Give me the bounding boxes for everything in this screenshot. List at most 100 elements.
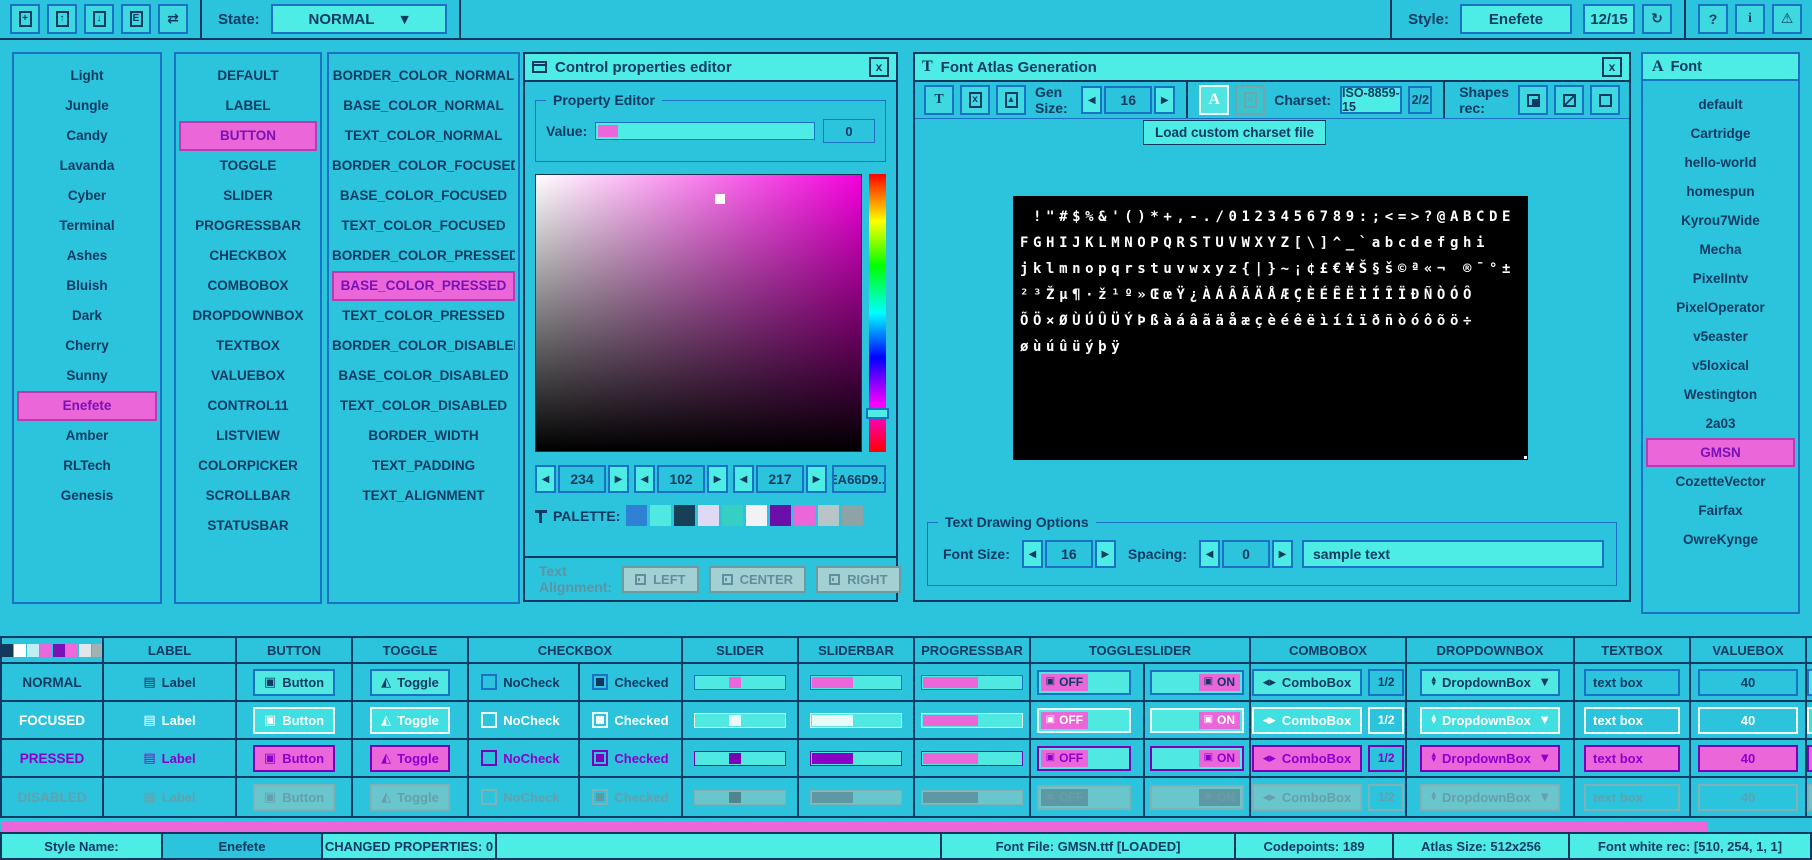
checkbox-unchecked[interactable] [481,712,497,728]
checkbox-checked[interactable] [592,712,608,728]
list-item[interactable]: Ashes [17,241,157,271]
list-item[interactable]: 2a03 [1646,409,1795,438]
state-dropdown[interactable]: NORMAL ▼ [271,4,447,34]
list-item[interactable]: hello-world [1646,148,1795,177]
preview-toggle[interactable]: ◭Toggle [370,707,450,734]
reload-style-button[interactable]: ↻ [1642,4,1672,34]
toggleslider-on[interactable]: ▣ON [1150,670,1244,695]
spacing-value[interactable]: 0 [1222,540,1270,568]
list-item[interactable]: COLORPICKER [179,451,317,481]
list-item[interactable]: Genesis [17,481,157,511]
preview-valuebox[interactable]: 40 [1698,784,1798,811]
charset-value-box[interactable]: ISO-8859-15 [1340,86,1402,114]
list-item[interactable]: Candy [17,121,157,151]
preview-slider[interactable] [694,751,786,766]
list-item[interactable]: DEFAULT [179,61,317,91]
preview-dropdownbox[interactable]: ▴▾DropdownBox▼ [1420,784,1559,811]
list-item[interactable]: PixelIntv [1646,264,1795,293]
spin-left-icon[interactable]: ◀ [1022,540,1043,568]
preview-button[interactable]: ▣Button [253,669,335,696]
preview-combobox[interactable]: ◂▸ComboBox [1252,745,1362,772]
preview-combobox[interactable]: ◂▸ComboBox [1252,669,1362,696]
preview-valuebox[interactable]: 40 [1698,669,1798,696]
toggleslider-on[interactable]: ▣ON [1150,746,1244,771]
list-item[interactable]: homespun [1646,177,1795,206]
window-titlebar[interactable]: Control properties editor x [525,54,896,82]
palette-swatch[interactable] [818,505,839,526]
shapes-rec-corner-button[interactable] [1518,85,1548,115]
list-item[interactable]: Jungle [17,91,157,121]
align-left-button[interactable]: LEFT [622,566,699,593]
list-item[interactable]: Kyrou7Wide [1646,206,1795,235]
preview-toggle[interactable]: ◭Toggle [370,784,450,811]
style-name-box[interactable]: Enefete [1460,4,1572,34]
spin-left-icon[interactable]: ◀ [1199,540,1220,568]
random-style-button[interactable]: ⇄ [158,4,188,34]
preview-dropdownbox[interactable]: ▴▾DropdownBox▼ [1420,669,1559,696]
list-item[interactable]: TEXTBOX [179,331,317,361]
list-item[interactable]: BORDER_COLOR_DISABLED [332,331,515,361]
preview-button[interactable]: ▣Button [253,745,335,772]
list-item[interactable]: LABEL [179,91,317,121]
palette-swatch[interactable] [770,505,791,526]
list-item[interactable]: LISTVIEW [179,421,317,451]
list-item[interactable]: Terminal [17,211,157,241]
list-item[interactable]: BORDER_COLOR_PRESSED [332,241,515,271]
slider-handle[interactable] [729,792,741,803]
list-item[interactable]: COMBOBOX [179,271,317,301]
preview-textbox[interactable]: text box [1584,669,1680,696]
clear-font-button[interactable]: x [960,85,990,115]
preview-valuebox[interactable]: 40 [1698,707,1798,734]
toggleslider-off[interactable]: ▣OFF [1037,785,1131,810]
list-item[interactable]: TEXT_COLOR_FOCUSED [332,211,515,241]
list-item[interactable]: BASE_COLOR_FOCUSED [332,181,515,211]
list-item[interactable]: Mecha [1646,235,1795,264]
preview-combobox[interactable]: ◂▸ComboBox [1252,707,1362,734]
palette-swatch[interactable] [674,505,695,526]
color-panel[interactable] [535,174,862,452]
font-text-button[interactable]: T [924,85,954,115]
list-item[interactable]: Sunny [17,361,157,391]
blue-value[interactable]: 217 [756,465,804,493]
toggleslider-off[interactable]: ▣OFF [1037,746,1131,771]
gen-size-value[interactable]: 16 [1104,86,1152,114]
list-item[interactable]: GMSN [1646,438,1795,467]
checkbox-checked[interactable] [592,789,608,805]
toggleslider-off[interactable]: ▣OFF [1037,708,1131,733]
list-item[interactable]: Fairfax [1646,496,1795,525]
palette-swatch[interactable] [650,505,671,526]
list-item[interactable]: Dark [17,301,157,331]
load-style-button[interactable]: ↑ [47,4,77,34]
list-item[interactable]: VALUEBOX [179,361,317,391]
preview-slider[interactable] [694,675,786,690]
color-cursor[interactable] [715,194,725,204]
slider-handle[interactable] [729,715,741,726]
close-icon[interactable]: x [869,57,889,77]
save-style-button[interactable]: ↓ [84,4,114,34]
list-item[interactable]: Lavanda [17,151,157,181]
preview-toggle[interactable]: ◭Toggle [370,669,450,696]
list-item[interactable]: Bluish [17,271,157,301]
list-item[interactable]: BORDER_COLOR_NORMAL [332,61,515,91]
list-item[interactable]: SCROLLBAR [179,481,317,511]
shapes-rec-empty-button[interactable] [1590,85,1620,115]
list-item[interactable]: CONTROL11 [179,391,317,421]
list-item[interactable]: SLIDER [179,181,317,211]
sample-text-input[interactable]: sample text [1302,540,1604,568]
list-item[interactable]: BORDER_WIDTH [332,421,515,451]
checkbox-checked[interactable] [592,750,608,766]
spin-left-icon[interactable]: ◀ [733,465,754,493]
list-item[interactable]: STATUSBAR [179,511,317,541]
hue-slider[interactable] [869,174,886,452]
list-item[interactable]: CozetteVector [1646,467,1795,496]
spin-right-icon[interactable]: ▶ [806,465,827,493]
new-style-button[interactable]: + [10,4,40,34]
list-item[interactable]: PROGRESSBAR [179,211,317,241]
list-item[interactable]: BASE_COLOR_DISABLED [332,361,515,391]
list-item[interactable]: Cyber [17,181,157,211]
list-item[interactable]: Cartridge [1646,119,1795,148]
preview-valuebox[interactable]: 40 [1698,745,1798,772]
list-item[interactable]: Cherry [17,331,157,361]
palette-swatch[interactable] [794,505,815,526]
align-right-button[interactable]: RIGHT [816,566,900,593]
